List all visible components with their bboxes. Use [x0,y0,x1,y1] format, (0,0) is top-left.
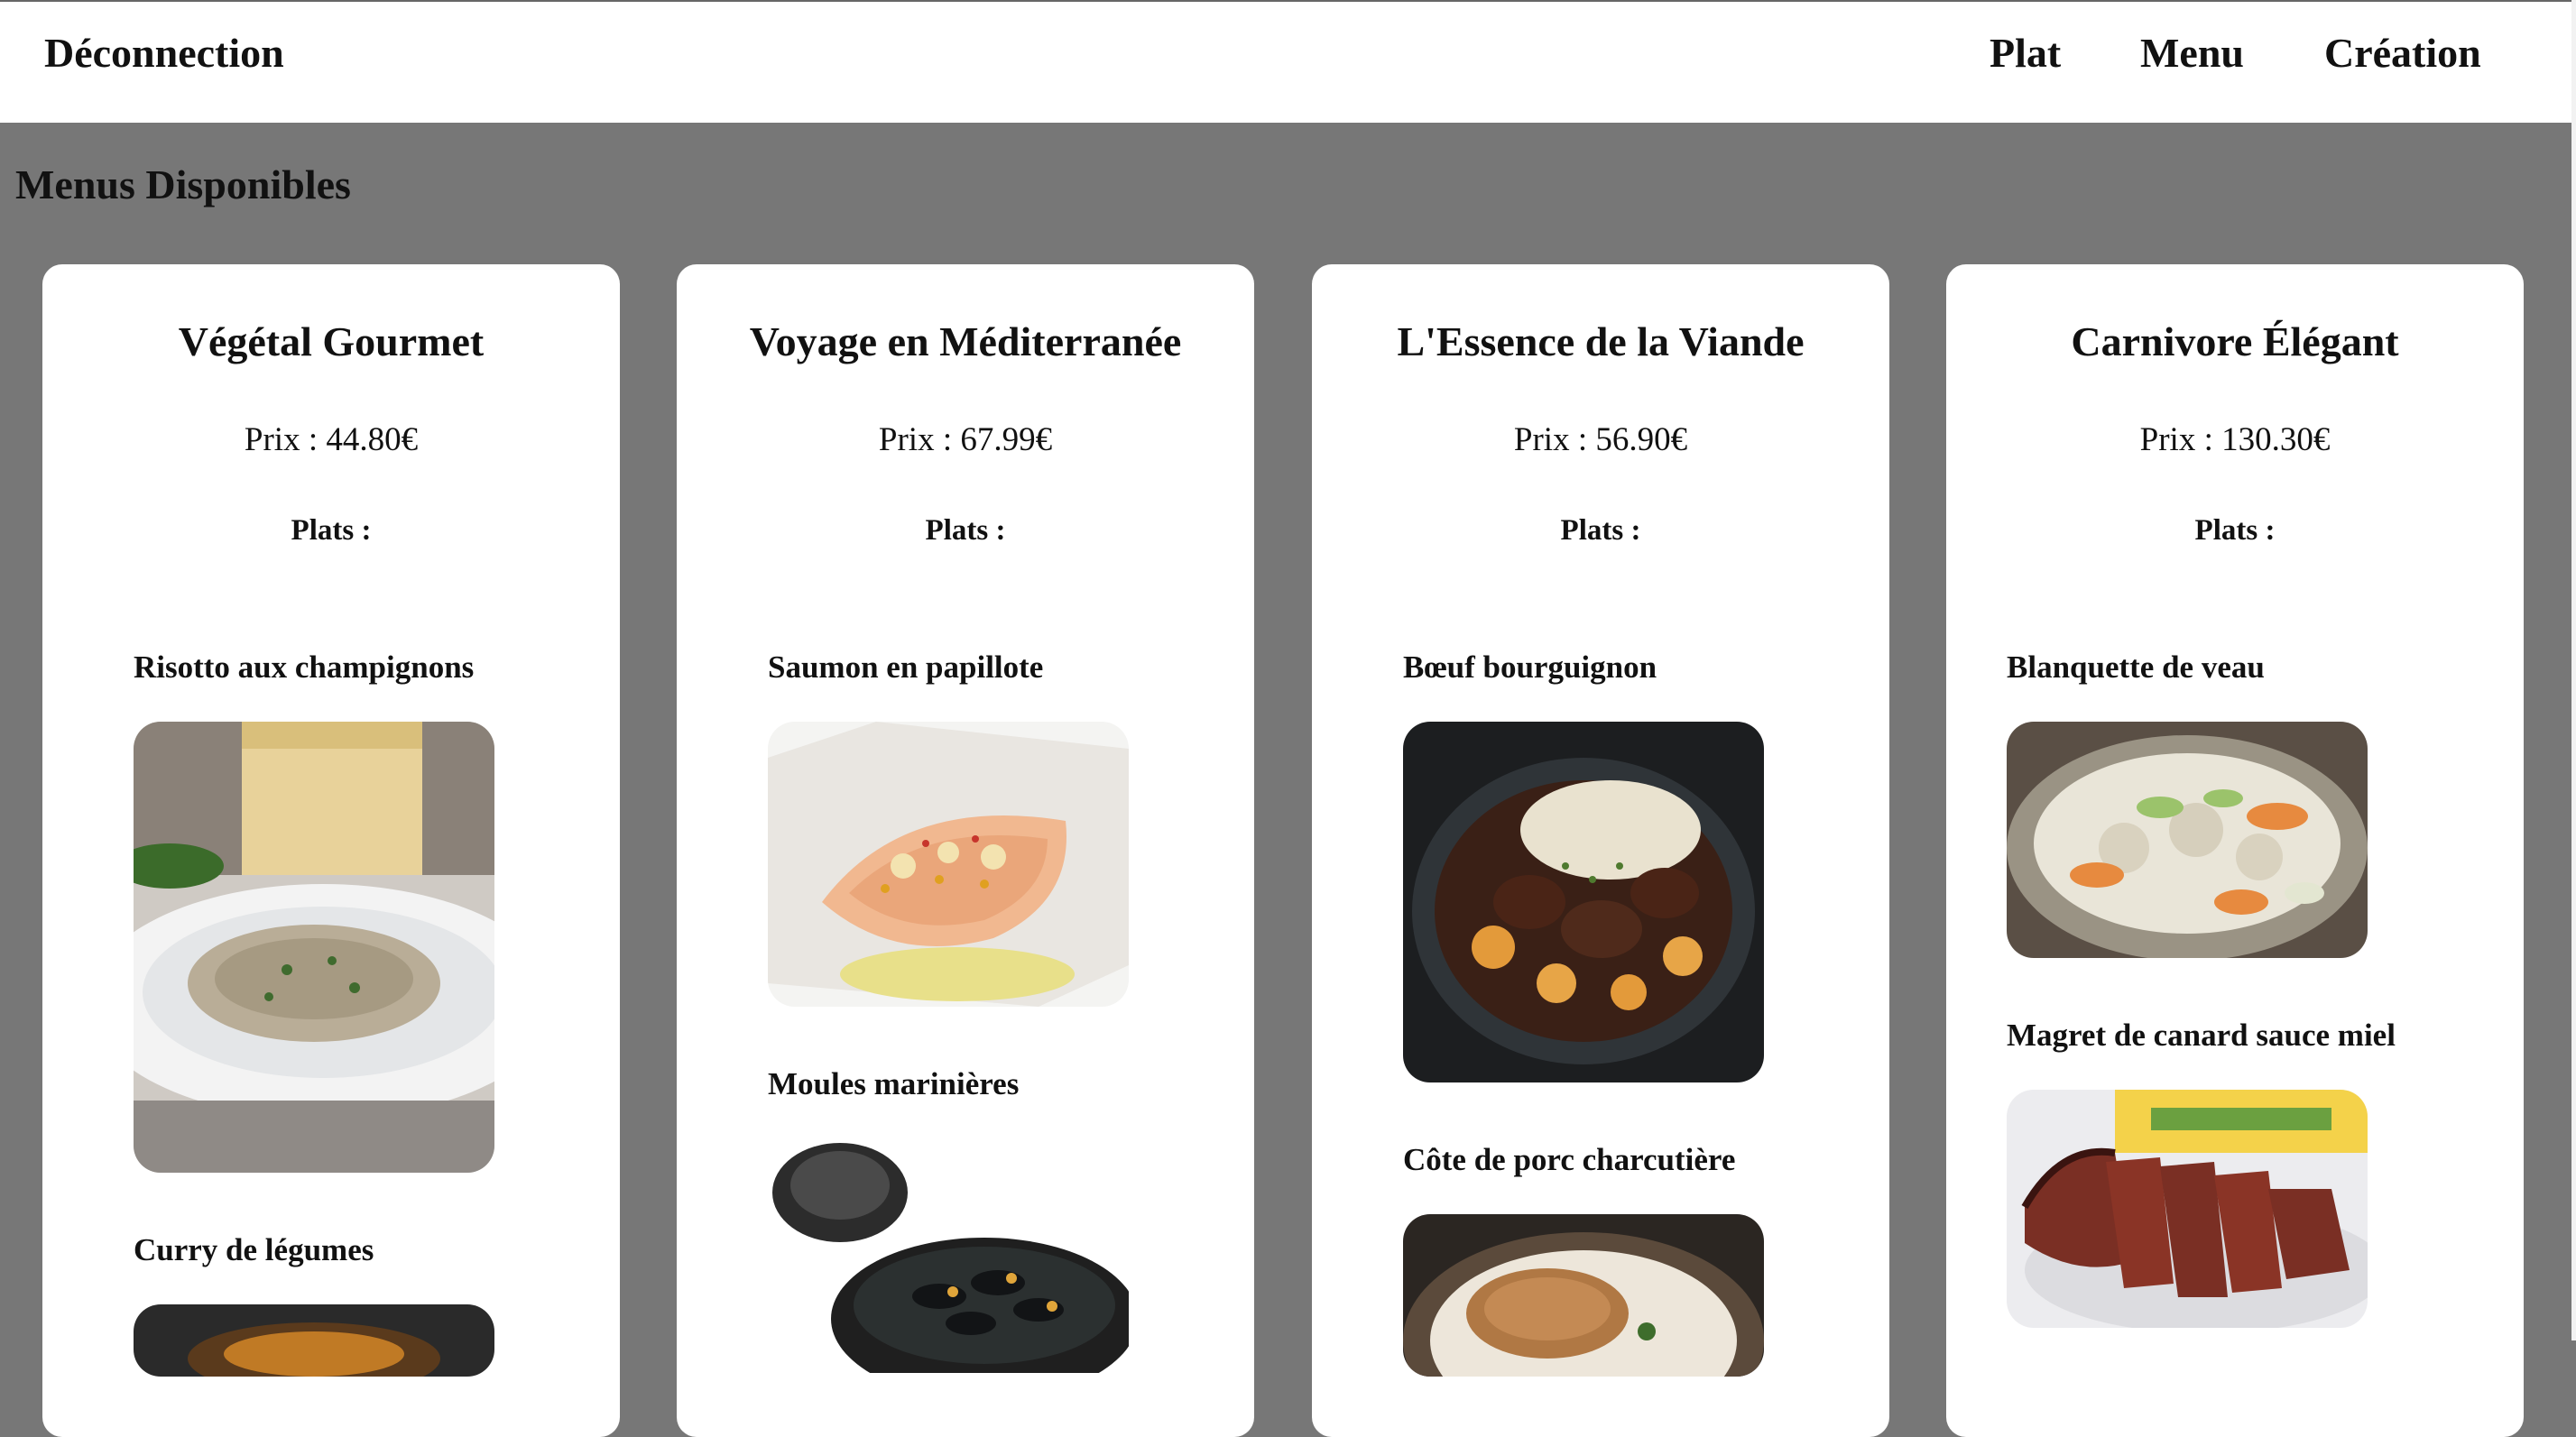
menu-price: Prix : 56.90€ [1513,421,1688,458]
menu-title: L'Essence de la Viande [1397,318,1805,364]
dish-image [1403,1214,1764,1377]
top-nav-bar: Déconnection Plat Menu Création [0,0,2571,123]
dish-image [768,1138,1129,1373]
menu-title: Carnivore Élégant [2071,318,2399,364]
dish-image [2007,1090,2368,1328]
plats-label: Plats : [291,514,372,547]
menu-title: Végétal Gourmet [178,318,485,364]
dish-name: Côte de porc charcutière [1403,1142,1736,1177]
plats-label: Plats : [1560,514,1641,547]
menu-price: Prix : 130.30€ [2139,421,2331,458]
dish-image [134,722,494,1173]
dish-image [768,722,1129,1007]
page-title: Menus Disponibles [15,161,351,207]
nav-creation[interactable]: Création [2324,29,2481,77]
plats-label: Plats : [2194,514,2276,547]
dish-name: Risotto aux champignons [134,649,475,685]
dish-image [2007,722,2368,958]
dish-name: Blanquette de veau [2007,649,2265,685]
dish-name: Moules marinières [768,1066,1020,1101]
dish-image [134,1304,494,1377]
menu-price: Prix : 44.80€ [244,421,419,458]
dish-name: Magret de canard sauce miel [2007,1018,2396,1053]
nav-plat[interactable]: Plat [1990,29,2061,77]
nav-menu[interactable]: Menu [2140,29,2244,77]
logout-link[interactable]: Déconnection [44,29,284,77]
menu-title: Voyage en Méditerranée [749,318,1182,364]
dish-name: Curry de légumes [134,1232,374,1267]
dish-image [1403,722,1764,1082]
scrollbar[interactable] [2571,0,2576,1340]
dish-name: Bœuf bourguignon [1403,649,1657,685]
menu-price: Prix : 67.99€ [878,421,1053,458]
plats-label: Plats : [925,514,1006,547]
dish-name: Saumon en papillote [768,649,1044,685]
